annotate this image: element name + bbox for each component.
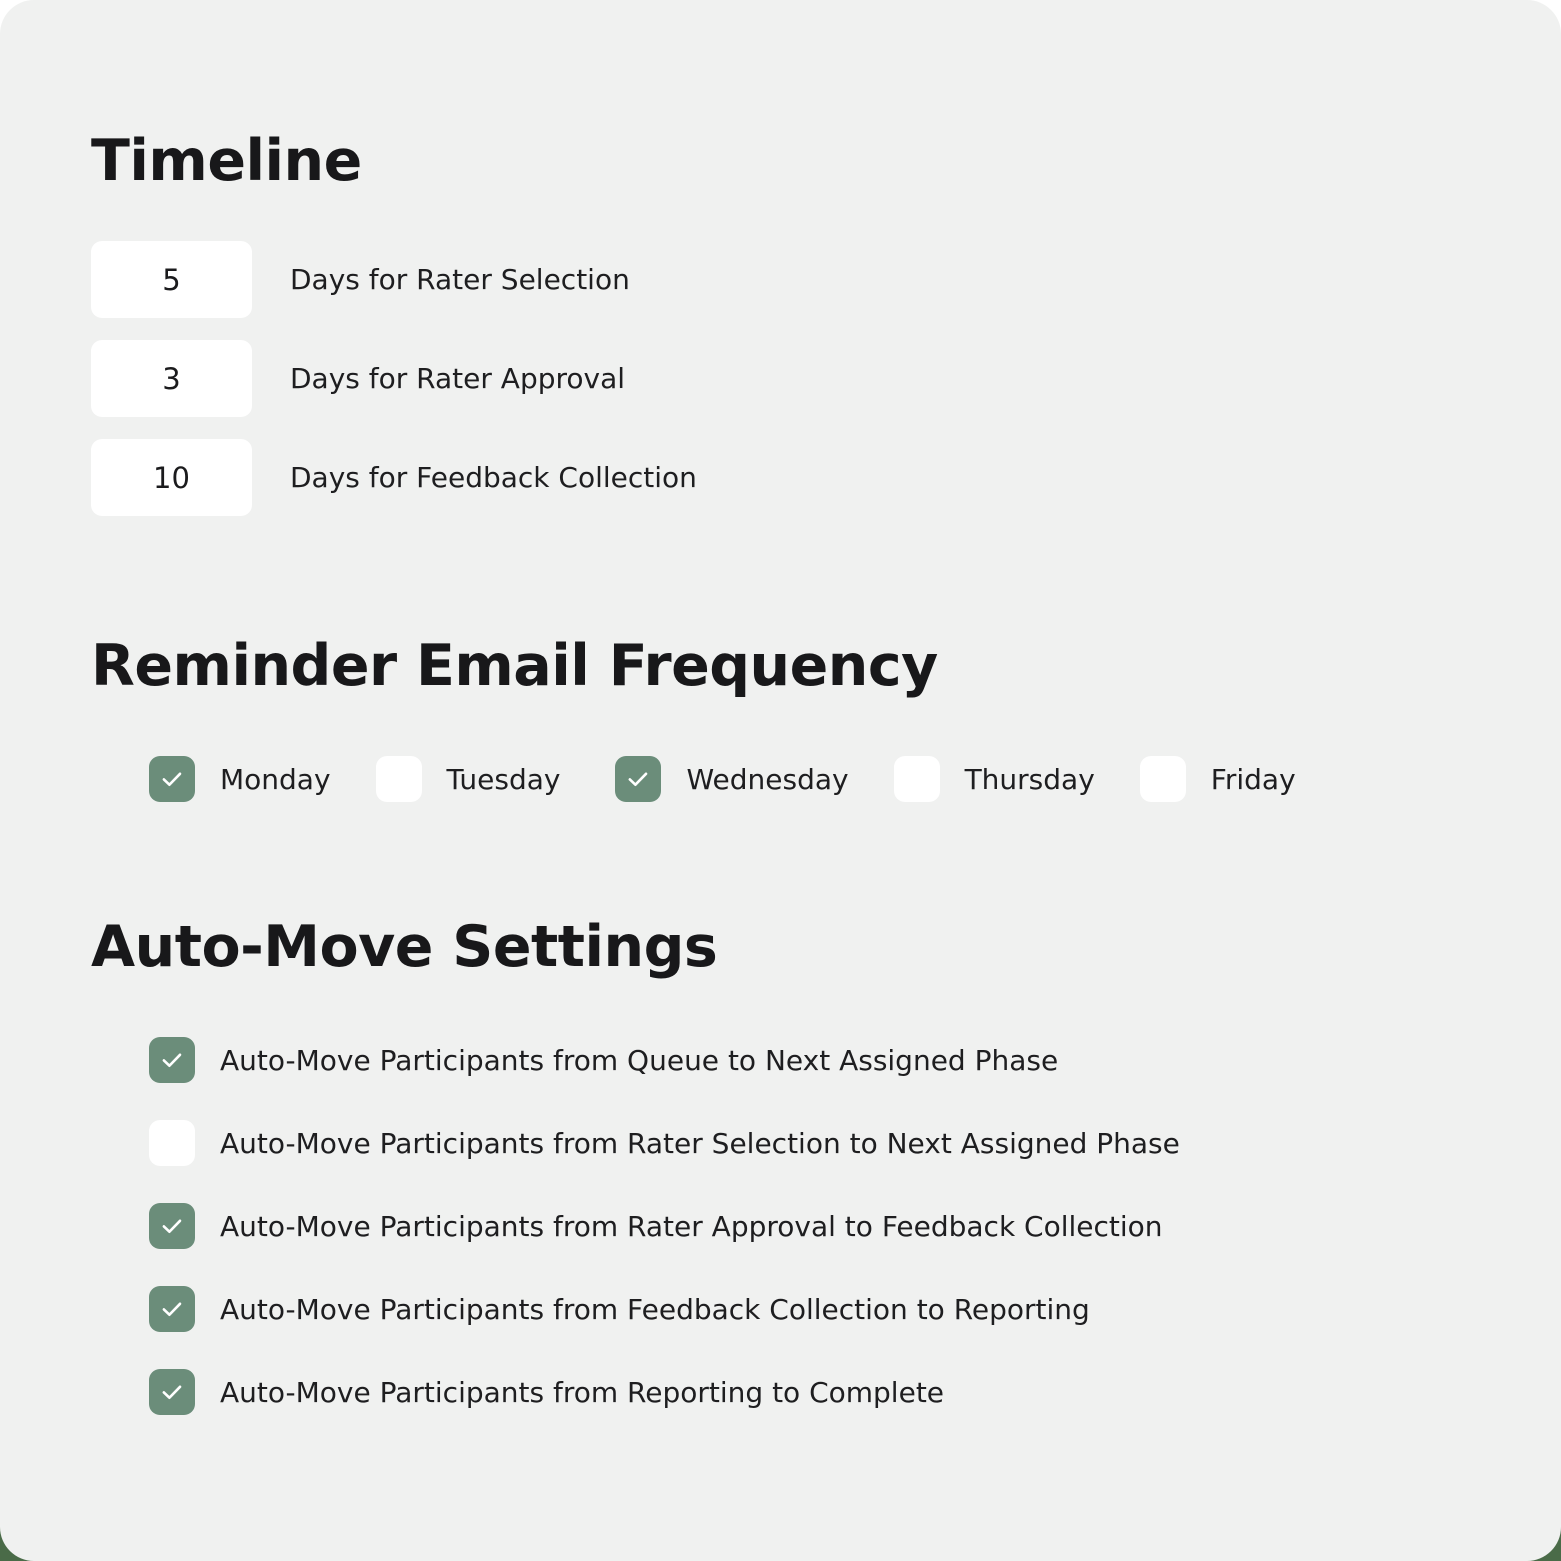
timeline-row: Days for Feedback Collection [91, 439, 697, 516]
checkbox-tuesday[interactable] [375, 756, 422, 802]
days-rater-selection-input[interactable] [91, 241, 252, 318]
check-icon [162, 1053, 182, 1068]
auto-move-option-rater-approval-to-feedback[interactable]: Auto-Move Participants from Rater Approv… [149, 1203, 1180, 1249]
auto-move-option-rater-selection-to-next[interactable]: Auto-Move Participants from Rater Select… [149, 1120, 1180, 1166]
days-feedback-collection-input[interactable] [91, 439, 252, 516]
days-rater-approval-input[interactable] [91, 340, 252, 417]
timeline-heading: Timeline [91, 128, 362, 194]
reminder-days-row: Monday Tuesday Wednesday Thursday Friday [149, 756, 1296, 802]
auto-move-options-list: Auto-Move Participants from Queue to Nex… [149, 1037, 1180, 1452]
check-icon [162, 1302, 182, 1317]
auto-move-label-reporting-to-complete: Auto-Move Participants from Reporting to… [220, 1375, 945, 1409]
days-feedback-collection-label: Days for Feedback Collection [290, 461, 697, 494]
day-label-tuesday: Tuesday [446, 762, 561, 796]
day-label-wednesday: Wednesday [686, 762, 849, 796]
checkbox-auto-move-queue-to-next[interactable] [149, 1037, 195, 1083]
checkbox-thursday[interactable] [893, 756, 940, 802]
auto-move-option-feedback-to-reporting[interactable]: Auto-Move Participants from Feedback Col… [149, 1286, 1180, 1332]
checkbox-auto-move-rater-approval-to-feedback[interactable] [149, 1203, 195, 1249]
auto-move-option-queue-to-next[interactable]: Auto-Move Participants from Queue to Nex… [149, 1037, 1180, 1083]
auto-move-label-queue-to-next: Auto-Move Participants from Queue to Nex… [220, 1043, 1059, 1077]
day-option-tuesday[interactable]: Tuesday [375, 756, 561, 802]
days-rater-selection-label: Days for Rater Selection [290, 263, 630, 296]
checkbox-auto-move-rater-selection-to-next[interactable] [149, 1120, 195, 1166]
check-icon [629, 772, 648, 787]
check-icon [162, 1219, 182, 1234]
timeline-list: Days for Rater Selection Days for Rater … [91, 241, 697, 538]
check-icon [162, 772, 182, 787]
day-option-wednesday[interactable]: Wednesday [615, 756, 849, 802]
checkbox-friday[interactable] [1139, 756, 1186, 802]
timeline-row: Days for Rater Approval [91, 340, 697, 417]
timeline-row: Days for Rater Selection [91, 241, 697, 318]
auto-move-settings-heading: Auto-Move Settings [91, 914, 718, 980]
checkbox-wednesday[interactable] [615, 756, 662, 802]
auto-move-label-rater-approval-to-feedback: Auto-Move Participants from Rater Approv… [220, 1209, 1163, 1243]
settings-card: Timeline Days for Rater Selection Days f… [0, 0, 1561, 1561]
settings-card-content: Timeline Days for Rater Selection Days f… [91, 0, 1521, 1561]
days-rater-approval-label: Days for Rater Approval [290, 362, 626, 395]
day-label-thursday: Thursday [964, 762, 1095, 796]
day-option-thursday[interactable]: Thursday [893, 756, 1095, 802]
day-option-monday[interactable]: Monday [149, 756, 331, 802]
day-label-friday: Friday [1210, 762, 1296, 796]
checkbox-auto-move-feedback-to-reporting[interactable] [149, 1286, 195, 1332]
auto-move-label-rater-selection-to-next: Auto-Move Participants from Rater Select… [220, 1126, 1180, 1160]
day-label-monday: Monday [220, 762, 331, 796]
reminder-email-frequency-heading: Reminder Email Frequency [91, 633, 938, 699]
auto-move-label-feedback-to-reporting: Auto-Move Participants from Feedback Col… [220, 1292, 1090, 1326]
check-icon [162, 1385, 182, 1400]
auto-move-option-reporting-to-complete[interactable]: Auto-Move Participants from Reporting to… [149, 1369, 1180, 1415]
day-option-friday[interactable]: Friday [1139, 756, 1296, 802]
checkbox-monday[interactable] [149, 756, 195, 802]
checkbox-auto-move-reporting-to-complete[interactable] [149, 1369, 195, 1415]
